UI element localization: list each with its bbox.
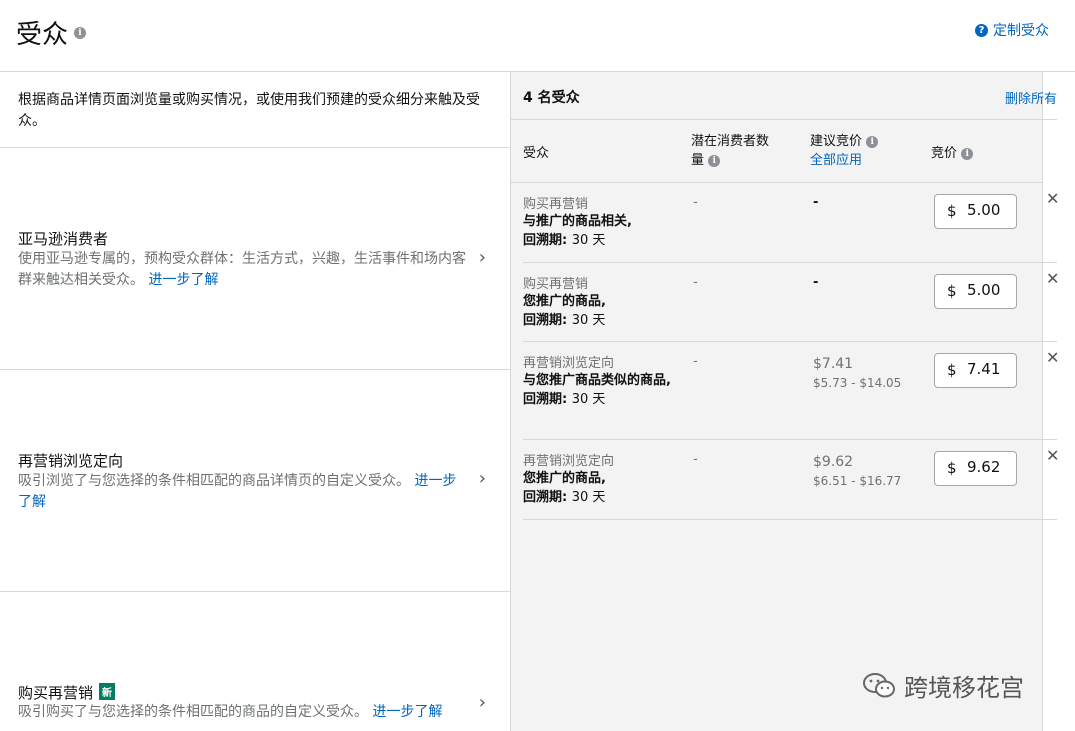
close-icon[interactable]: ✕	[1046, 446, 1059, 465]
option-description: 使用亚马逊专属的，预构受众群体：生活方式，兴趣，生活事件和场内客群来触达相关受众…	[18, 251, 466, 288]
audience-detail: 与推广的商品相关, 回溯期: 30 天	[523, 214, 632, 248]
option-views-remarketing[interactable]: 再营销浏览定向 吸引浏览了与您选择的条件相匹配的商品详情页的自定义受众。 进一步…	[0, 370, 510, 592]
close-icon[interactable]: ✕	[1046, 189, 1059, 208]
bid-input[interactable]: $	[934, 274, 1017, 309]
suggested-bid: -	[813, 195, 819, 210]
learn-more-link[interactable]: 进一步了解	[148, 272, 218, 288]
close-icon[interactable]: ✕	[1046, 269, 1059, 288]
info-icon[interactable]: i	[961, 147, 974, 160]
suggested-bid-range: $6.51 - $16.77	[813, 474, 902, 488]
intro-text: 根据商品详情页面浏览量或购买情况，或使用我们预建的受众细分来触及受众。	[0, 72, 510, 148]
audience-detail: 您推广的商品, 回溯期: 30 天	[523, 294, 606, 328]
close-icon[interactable]: ✕	[1046, 348, 1059, 367]
option-purchase-remarketing[interactable]: 购买再营销新 吸引购买了与您选择的条件相匹配的商品的自定义受众。 进一步了解 ›	[0, 592, 510, 731]
option-amazon-consumers[interactable]: 亚马逊消费者 使用亚马逊专属的，预构受众群体：生活方式，兴趣，生活事件和场内客群…	[0, 148, 510, 370]
col-suggested-bid: 建议竞价 i 全部应用	[810, 132, 879, 170]
option-title: 亚马逊消费者	[18, 230, 109, 248]
reach-value: -	[693, 354, 698, 369]
option-description: 吸引购买了与您选择的条件相匹配的商品的自定义受众。 进一步了解	[18, 704, 443, 720]
suggested-bid: -	[813, 275, 819, 290]
bid-field[interactable]	[967, 360, 1012, 378]
page-header: 受众 i ? 定制受众	[0, 0, 1075, 72]
customize-audience-label: 定制受众	[993, 23, 1049, 39]
table-row: 再营销浏览定向 您推广的商品, 回溯期: 30 天 - $9.62 $6.51 -…	[523, 440, 1059, 520]
wechat-icon	[863, 672, 895, 697]
audience-type: 再营销浏览定向	[523, 356, 615, 371]
info-icon[interactable]: i	[866, 135, 879, 148]
bid-field[interactable]	[967, 281, 1012, 299]
audience-options-panel: 根据商品详情页面浏览量或购买情况，或使用我们预建的受众细分来触及受众。 亚马逊消…	[0, 72, 511, 731]
reach-value: -	[693, 452, 698, 467]
bid-input[interactable]: $	[934, 353, 1017, 388]
col-reach: 潜在消费者数量 i	[691, 134, 770, 168]
info-icon[interactable]: i	[74, 27, 86, 39]
suggested-bid: $7.41	[813, 356, 854, 372]
suggested-bid: $9.62	[813, 454, 854, 470]
new-badge: 新	[99, 683, 116, 700]
col-audience: 受众	[523, 146, 550, 161]
table-row: 购买再营销 与推广的商品相关,回溯期: 30 天 - - $ ✕	[523, 183, 1059, 263]
learn-more-link[interactable]: 进一步了解	[372, 704, 442, 720]
selected-audiences-header: 4 名受众 删除所有	[511, 72, 1057, 120]
audience-count: 4 名受众	[523, 90, 580, 106]
watermark-text: 跨境移花宫	[904, 674, 1024, 702]
chevron-right-icon[interactable]: ›	[479, 247, 486, 268]
chevron-right-icon[interactable]: ›	[479, 692, 486, 713]
bid-input[interactable]: $	[934, 451, 1017, 486]
audience-detail: 与您推广商品类似的商品, 回溯期: 30 天	[523, 373, 671, 407]
audience-type: 再营销浏览定向	[523, 454, 615, 469]
audience-type: 购买再营销	[523, 197, 589, 212]
col-bid: 竞价 i	[931, 142, 974, 161]
option-description: 吸引浏览了与您选择的条件相匹配的商品详情页的自定义受众。 进一步了解	[18, 473, 457, 510]
bid-field[interactable]	[967, 201, 1012, 219]
reach-value: -	[693, 195, 698, 210]
selected-audiences-panel: 4 名受众 删除所有 受众 潜在消费者数量 i 建议竞价 i 全部应用 竞价 i…	[511, 72, 1059, 731]
reach-value: -	[693, 275, 698, 290]
option-title: 购买再营销新	[18, 682, 116, 703]
audience-detail: 您推广的商品, 回溯期: 30 天	[523, 471, 606, 505]
chevron-right-icon[interactable]: ›	[479, 468, 486, 489]
page-title: 受众	[16, 20, 69, 50]
option-title: 再营销浏览定向	[18, 452, 124, 470]
watermark: 跨境移花宫	[862, 668, 1024, 703]
table-row: 购买再营销 您推广的商品,回溯期: 30 天 - - $ ✕	[523, 263, 1059, 342]
bid-input[interactable]: $	[934, 194, 1017, 229]
audience-type: 购买再营销	[523, 277, 589, 292]
delete-all-link[interactable]: 删除所有	[1005, 88, 1057, 107]
suggested-bid-range: $5.73 - $14.05	[813, 376, 902, 390]
bid-field[interactable]	[967, 458, 1012, 476]
customize-audience-link[interactable]: ? 定制受众	[975, 20, 1049, 40]
apply-all-link[interactable]: 全部应用	[810, 153, 862, 168]
column-headers: 受众 潜在消费者数量 i 建议竞价 i 全部应用 竞价 i	[511, 120, 1042, 183]
table-row: 再营销浏览定向 与您推广商品类似的商品, 回溯期: 30 天 - $7.41 $5…	[523, 342, 1059, 440]
help-icon: ?	[975, 23, 988, 37]
info-icon[interactable]: i	[708, 154, 721, 167]
